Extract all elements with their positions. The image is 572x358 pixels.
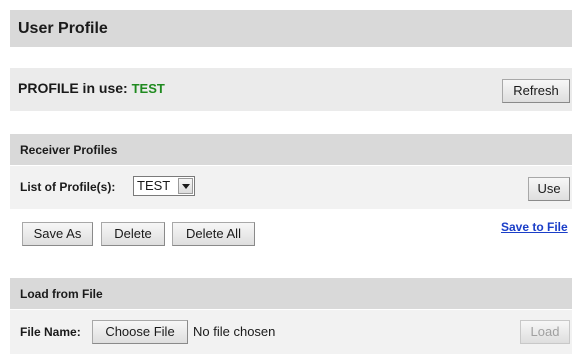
save-to-file-link[interactable]: Save to File (501, 220, 568, 234)
no-file-chosen-text: No file chosen (193, 324, 276, 339)
use-button[interactable]: Use (528, 177, 570, 201)
profile-in-use-value: TEST (131, 81, 165, 96)
profile-list-row: List of Profile(s): TEST Use (10, 166, 572, 209)
profile-select[interactable]: TEST (133, 176, 195, 196)
delete-button[interactable]: Delete (101, 222, 165, 246)
profile-status-bar: PROFILE in use: TEST Refresh (10, 68, 572, 111)
profile-actions-row: Save As Delete Delete All Save to File (10, 210, 572, 264)
chevron-down-icon[interactable] (178, 178, 193, 194)
save-as-button[interactable]: Save As (22, 222, 93, 246)
choose-file-button[interactable]: Choose File (92, 320, 188, 344)
profile-in-use: PROFILE in use: TEST (18, 80, 165, 96)
profile-list-label: List of Profile(s): (20, 180, 116, 194)
receiver-profiles-header: Receiver Profiles (10, 134, 572, 165)
receiver-profiles-title: Receiver Profiles (20, 143, 118, 157)
file-name-label: File Name: (20, 325, 81, 339)
user-profile-page: User Profile PROFILE in use: TEST Refres… (0, 0, 572, 358)
refresh-button[interactable]: Refresh (502, 79, 570, 103)
load-button[interactable]: Load (520, 320, 570, 344)
page-title: User Profile (18, 20, 108, 37)
load-from-file-header: Load from File (10, 278, 572, 309)
profile-select-value: TEST (137, 178, 171, 193)
load-from-file-title: Load from File (20, 287, 103, 301)
file-name-row: File Name: Choose File No file chosen Lo… (10, 310, 572, 354)
profile-in-use-label: PROFILE in use: (18, 80, 128, 96)
delete-all-button[interactable]: Delete All (172, 222, 255, 246)
title-bar: User Profile (10, 10, 572, 47)
